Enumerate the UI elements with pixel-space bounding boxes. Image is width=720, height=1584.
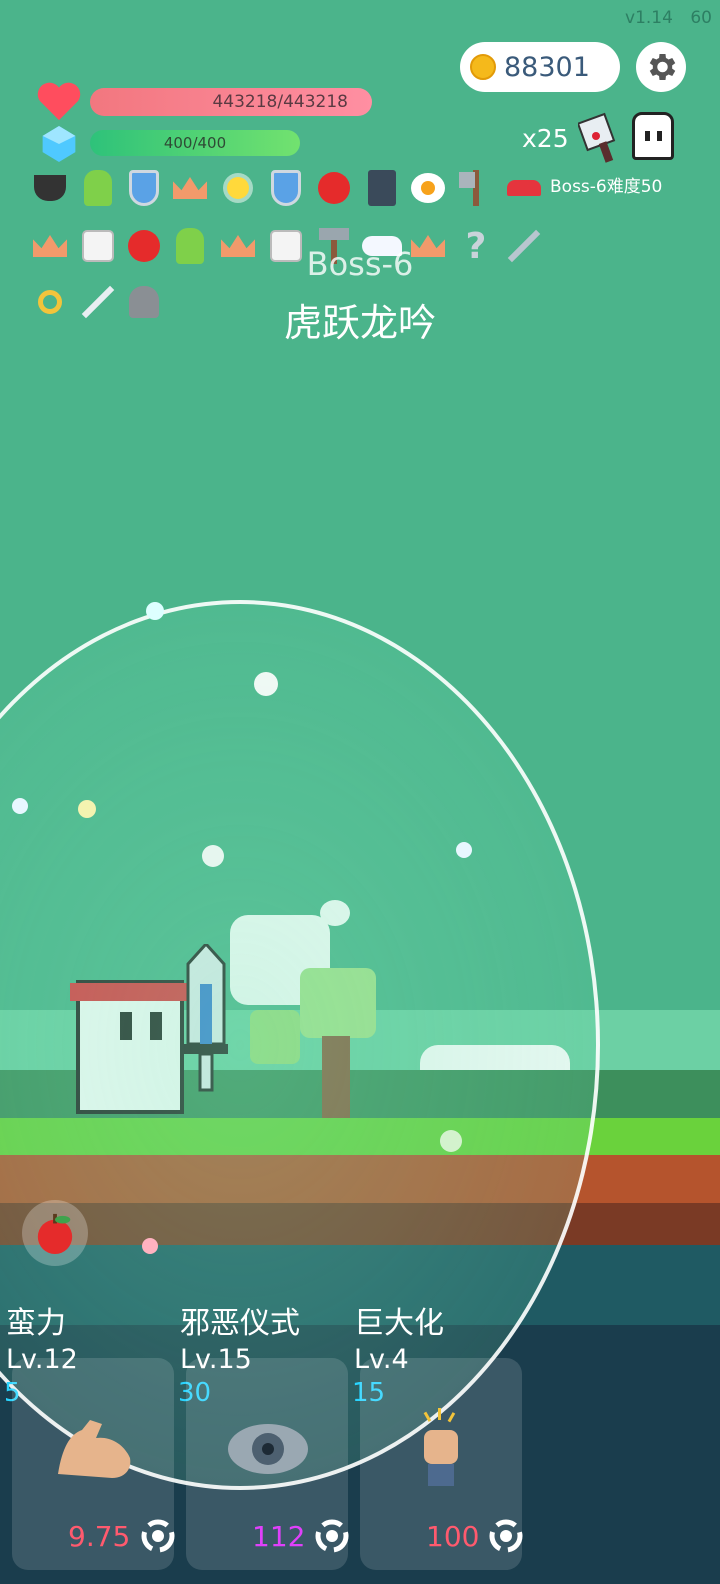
shield-icon: [124, 168, 164, 208]
skill-upgrade-price: 100: [426, 1520, 480, 1553]
gear-icon: [649, 53, 676, 81]
version-text: v1.14: [625, 8, 673, 28]
skill-upgrade-price: 9.75: [68, 1520, 131, 1553]
eye-icon: [228, 1424, 308, 1474]
multiplier-label: x25: [522, 124, 569, 153]
gold-counter: 88301: [460, 42, 620, 92]
gold-value: 88301: [504, 51, 590, 83]
mp-text: 400/400: [163, 134, 227, 152]
skill-name: 蛮力: [6, 1306, 66, 1341]
hp-bar: 443218/443218: [90, 88, 372, 116]
skill-name: 巨大化: [354, 1306, 444, 1341]
crown-icon: [170, 168, 210, 208]
cauldron-icon: [30, 168, 70, 208]
mp-bar: 400/400: [90, 130, 300, 156]
skill-upgrade-price: 112: [252, 1520, 306, 1553]
refresh-icon[interactable]: [312, 1516, 352, 1556]
flexed-arm-icon: [58, 1420, 131, 1478]
shield-icon: [266, 168, 306, 208]
ghost-icon: [632, 112, 674, 160]
coin-icon: [470, 54, 496, 80]
skill-name: 邪恶仪式: [180, 1306, 300, 1341]
skull-book-icon: [362, 168, 402, 208]
apple-icon: [314, 168, 354, 208]
sneaker-icon: [504, 168, 544, 208]
version-label: v1.14 60: [625, 8, 712, 28]
settings-button[interactable]: [636, 42, 686, 92]
green-monster-icon: [78, 168, 118, 208]
heart-icon: [37, 82, 81, 121]
lightbulb-icon: [218, 168, 258, 208]
cleaver-icon: [578, 112, 616, 163]
fried-egg-icon: [408, 168, 448, 208]
boss-code: Boss-6: [306, 245, 414, 283]
axe-icon: [456, 168, 496, 208]
apple-icon: [37, 1213, 73, 1254]
fps-text: 60: [690, 8, 712, 28]
hp-text: 443218/443218: [212, 92, 348, 112]
crystal-icon: [42, 126, 76, 162]
snapping-fist-icon: [423, 1408, 458, 1486]
refresh-icon[interactable]: [138, 1516, 178, 1556]
boss-name: 虎跃龙吟: [283, 301, 436, 345]
refresh-icon[interactable]: [486, 1516, 526, 1556]
game-stage: v1.14 60 88301 443218/443218 400/400 x25…: [0, 0, 720, 1584]
boss-difficulty-label: Boss-6难度50: [550, 177, 663, 197]
apple-consumable-button[interactable]: [22, 1200, 88, 1266]
